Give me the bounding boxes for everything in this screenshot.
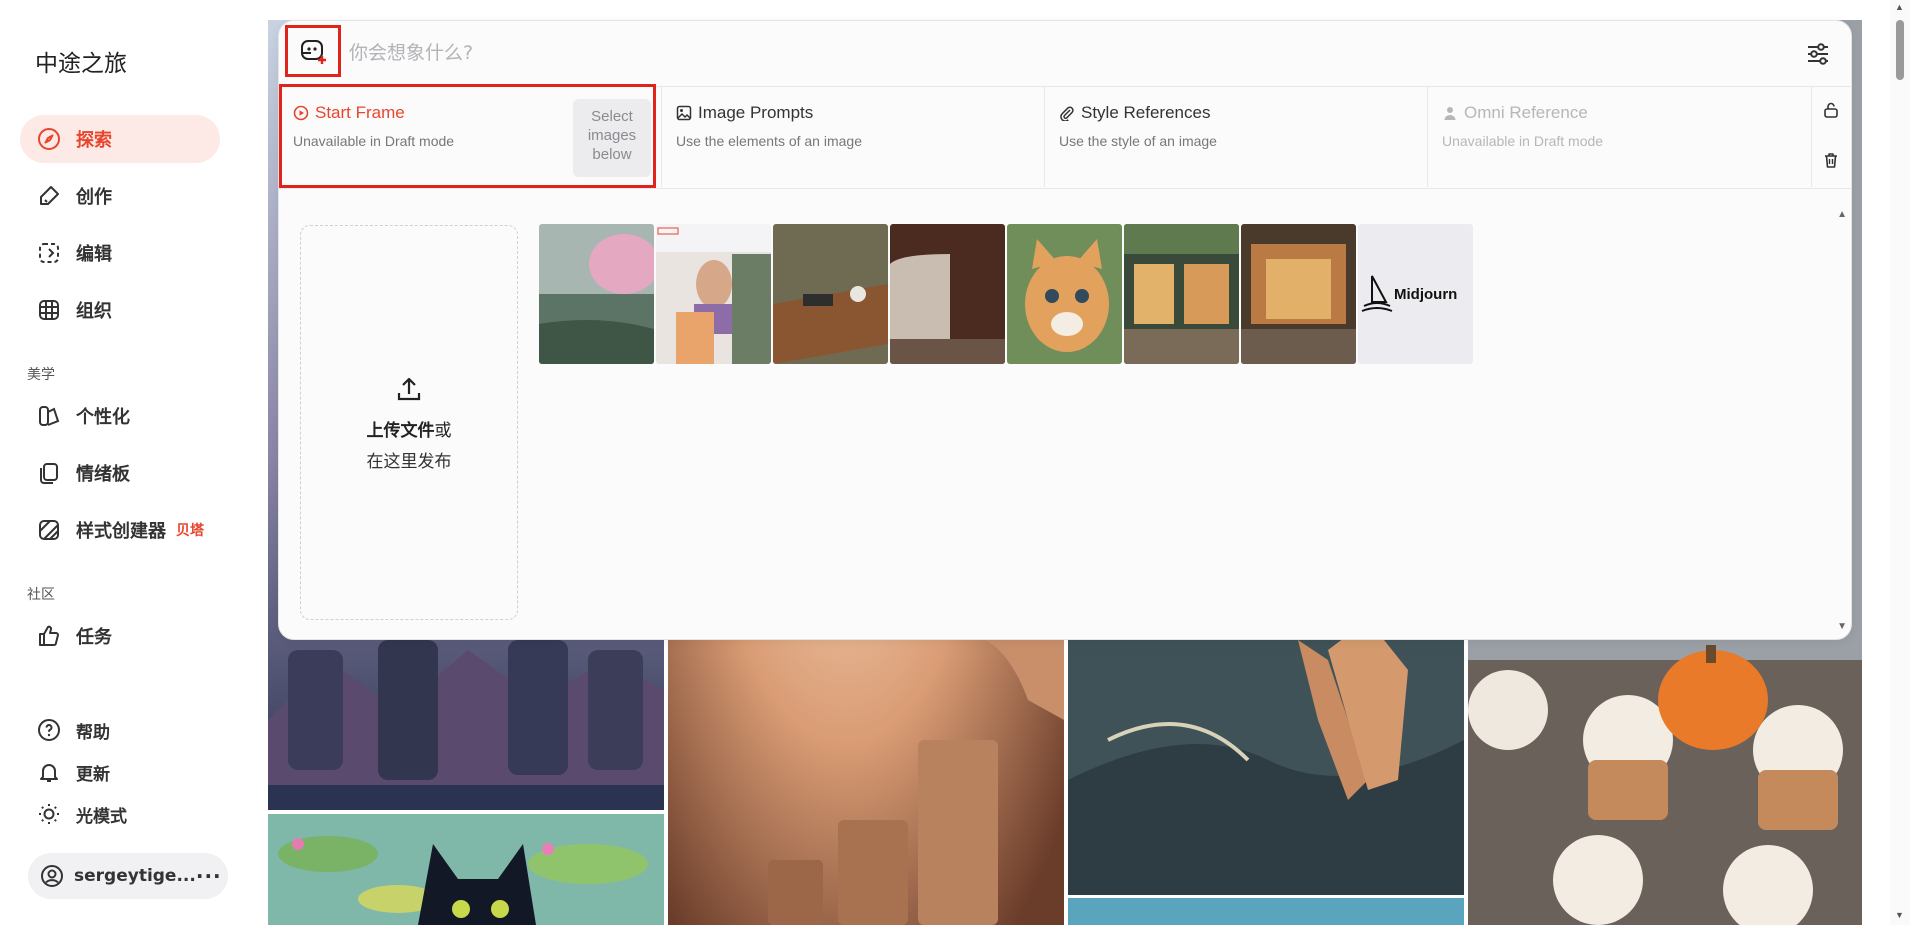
upload-dropzone[interactable]: 上传文件或 在这里发布 (300, 225, 518, 620)
settings-sliders-button[interactable] (1803, 39, 1833, 69)
omni-reference-slot[interactable]: Omni Reference Unavailable in Draft mode (1428, 87, 1812, 187)
style-icon (36, 517, 62, 543)
sidebar-item-label: 创作 (76, 187, 112, 208)
recent-images-strip: Midjourn (539, 224, 1473, 364)
thumb-cherry-pond[interactable] (539, 224, 654, 364)
upload-or-text: 或 (434, 420, 452, 441)
image-icon (676, 105, 692, 121)
scrollbar-thumb[interactable] (1896, 20, 1904, 80)
image-prompts-subtitle: Use the elements of an image (676, 133, 862, 149)
omni-reference-title: Omni Reference (1442, 103, 1811, 123)
reference-actions (1811, 87, 1851, 187)
brush-icon (36, 183, 62, 209)
sidebar-item-label: 编辑 (76, 244, 112, 265)
add-image-icon (301, 40, 326, 64)
thumbs-up-icon (36, 623, 62, 649)
sun-icon (36, 801, 62, 827)
image-prompts-title: Image Prompts (676, 103, 1044, 123)
section-label-community: 社区 (27, 587, 55, 603)
user-avatar-icon (40, 864, 64, 888)
sidebar-item-help[interactable]: 帮助 (20, 710, 220, 750)
scroll-up-icon[interactable]: ▲ (1895, 2, 1904, 12)
sidebar-item-label: 光模式 (76, 806, 127, 827)
more-icon[interactable]: ··· (196, 864, 222, 888)
personalize-icon (36, 403, 62, 429)
sidebar-item-label: 帮助 (76, 722, 110, 743)
sidebar: 中途之旅 探索 创作 编辑 组织 美学 个性化 情绪板 样式创建器 贝塔 社区 … (0, 0, 262, 925)
midjourney-boat-icon (1361, 275, 1393, 312)
start-frame-highlight (279, 84, 656, 188)
style-references-subtitle: Use the style of an image (1059, 133, 1217, 149)
sidebar-item-tasks[interactable]: 任务 (20, 612, 220, 660)
thumb-storefront[interactable] (1124, 224, 1239, 364)
person-icon (1444, 107, 1456, 120)
upload-icon (397, 377, 421, 400)
upload-line-1: 上传文件或 (367, 416, 452, 441)
image-prompts-slot[interactable]: Image Prompts Use the elements of an ima… (662, 87, 1045, 187)
omni-reference-subtitle: Unavailable in Draft mode (1442, 133, 1604, 149)
sidebar-item-create[interactable]: 创作 (20, 172, 220, 220)
trash-icon[interactable] (1822, 151, 1840, 174)
grid-icon (36, 297, 62, 323)
thumb-midjourney-logo[interactable]: Midjourn (1358, 224, 1473, 364)
style-references-title: Style References (1059, 103, 1427, 123)
sidebar-item-label: 组织 (76, 301, 112, 322)
user-name: sergeytige... (74, 866, 196, 886)
section-label-aesthetics: 美学 (27, 367, 55, 383)
unlock-icon[interactable] (1822, 101, 1840, 124)
scroll-down-icon[interactable]: ▼ (1895, 910, 1904, 920)
help-icon (36, 717, 62, 743)
edit-frame-icon (36, 240, 62, 266)
page-scrollbar[interactable]: ▲ ▼ (1890, 0, 1910, 925)
thumb-ceramic-cup[interactable] (890, 224, 1005, 364)
upload-line-2: 在这里发布 (366, 451, 452, 472)
prompt-input[interactable] (349, 37, 1649, 69)
prompt-bar (279, 21, 1851, 87)
sidebar-item-updates[interactable]: 更新 (20, 752, 220, 792)
sidebar-item-label: 更新 (76, 764, 110, 785)
style-references-slot[interactable]: Style References Use the style of an ima… (1045, 87, 1428, 187)
panel-scroll-down-icon[interactable]: ▼ (1837, 621, 1847, 632)
midjourney-logo-text: Midjourn (1394, 285, 1458, 303)
sidebar-item-edit[interactable]: 编辑 (20, 229, 220, 277)
sidebar-item-label: 情绪板 (76, 464, 130, 485)
add-image-button[interactable] (285, 25, 341, 77)
sidebar-item-light-mode[interactable]: 光模式 (20, 794, 220, 834)
beta-badge: 贝塔 (176, 523, 204, 539)
sidebar-item-label: 样式创建器 (76, 521, 166, 542)
user-menu[interactable]: sergeytige... ··· (28, 853, 228, 899)
app-root: 中途之旅 探索 创作 编辑 组织 美学 个性化 情绪板 样式创建器 贝塔 社区 … (0, 0, 1910, 925)
compass-icon (36, 126, 62, 152)
sidebar-item-moodboard[interactable]: 情绪板 (20, 449, 220, 497)
sidebar-item-explore[interactable]: 探索 (20, 115, 220, 163)
sidebar-item-personalize[interactable]: 个性化 (20, 392, 220, 440)
thumb-wooden-table[interactable] (773, 224, 888, 364)
sliders-icon (1808, 43, 1828, 65)
sidebar-item-organize[interactable]: 组织 (20, 286, 220, 334)
thumb-kitten[interactable] (1007, 224, 1122, 364)
thumb-cafe-interior[interactable] (1241, 224, 1356, 364)
sidebar-item-label: 个性化 (76, 407, 130, 428)
sidebar-item-label: 探索 (76, 130, 112, 151)
app-logo[interactable]: 中途之旅 (35, 44, 127, 78)
paperclip-icon (1060, 106, 1074, 121)
gallery-tile-cat-lilypads[interactable] (268, 814, 664, 925)
sidebar-item-label: 任务 (76, 627, 112, 648)
panel-scroll-up-icon[interactable]: ▲ (1837, 209, 1847, 220)
bell-icon (36, 759, 62, 785)
upload-files-link: 上传文件 (366, 420, 435, 441)
gallery-tile-sky[interactable] (1068, 898, 1464, 925)
thumb-woman-collage[interactable] (656, 224, 771, 364)
sidebar-item-style-creator[interactable]: 样式创建器 贝塔 (20, 506, 250, 554)
copy-icon (36, 460, 62, 486)
